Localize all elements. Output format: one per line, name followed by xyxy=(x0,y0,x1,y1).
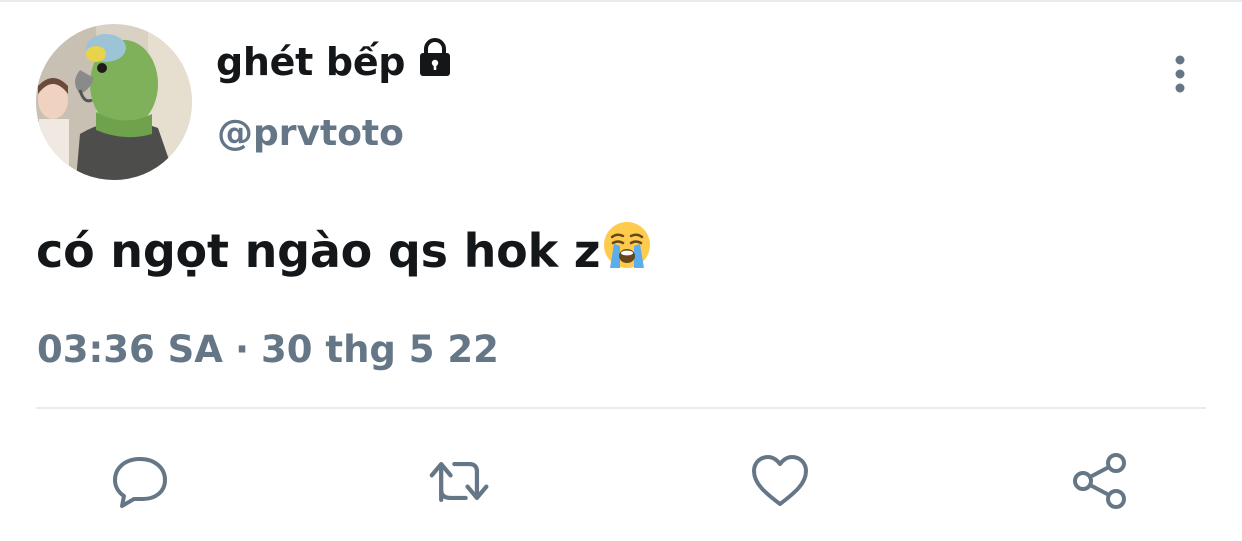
tweet-text: có ngọt ngào qs hok z xyxy=(36,220,652,281)
loudly-crying-face-emoji xyxy=(602,220,652,281)
share-button[interactable] xyxy=(1068,450,1132,512)
tweet-date: 30 thg 5 22 xyxy=(261,328,499,371)
avatar[interactable] xyxy=(36,24,192,180)
like-button[interactable] xyxy=(748,450,812,512)
tweet-time: 03:36 SA xyxy=(37,328,223,371)
actions-divider xyxy=(36,407,1206,409)
user-handle[interactable]: @prvtoto xyxy=(217,113,404,154)
retweet-button[interactable] xyxy=(428,450,492,512)
timestamp-separator: · xyxy=(234,328,250,371)
heart-icon xyxy=(752,455,808,506)
retweet-icon xyxy=(429,461,489,502)
reply-button[interactable] xyxy=(108,450,172,512)
share-icon xyxy=(1073,453,1126,509)
tweet-body: có ngọt ngào qs hok z xyxy=(36,223,601,278)
reply-icon xyxy=(113,457,167,508)
tweet-timestamp[interactable]: 03:36 SA · 30 thg 5 22 xyxy=(37,328,499,371)
more-vertical-icon xyxy=(1175,55,1185,93)
more-options-button[interactable] xyxy=(1160,52,1200,96)
top-divider xyxy=(0,0,1242,2)
lock-icon xyxy=(415,37,455,81)
display-name[interactable]: ghét bếp xyxy=(216,37,455,84)
display-name-text[interactable]: ghét bếp xyxy=(216,40,406,84)
parrot-mask-avatar-image xyxy=(36,24,192,180)
